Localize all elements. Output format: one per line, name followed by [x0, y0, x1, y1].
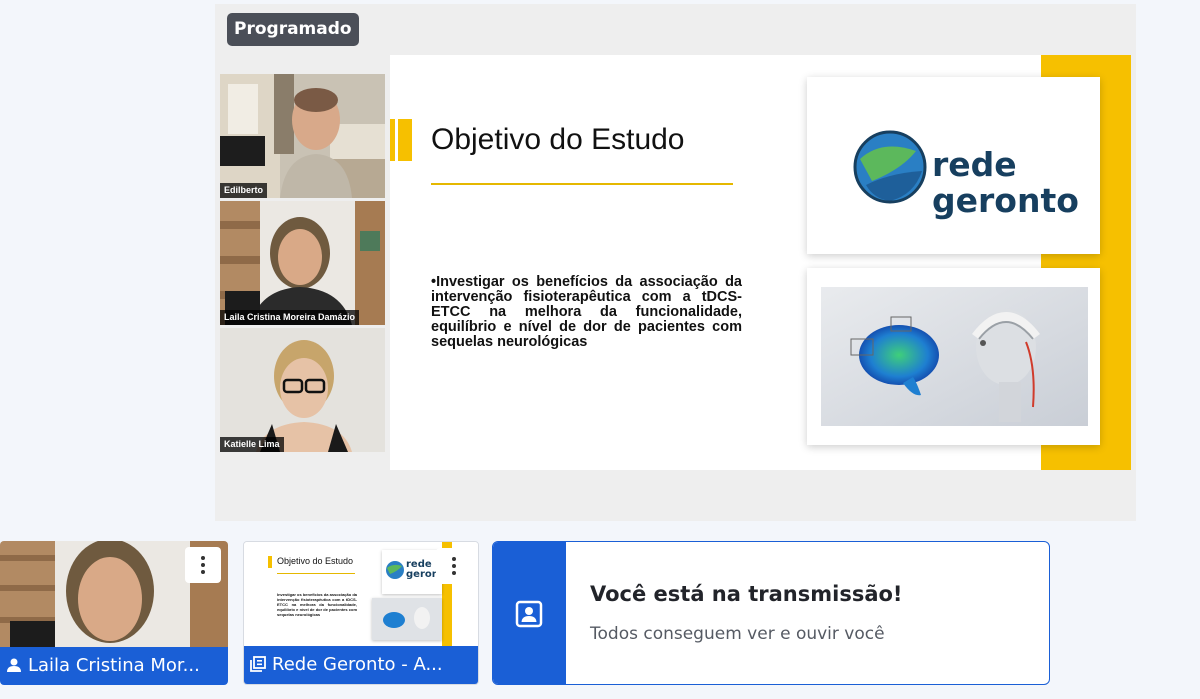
notice-side-panel [493, 542, 566, 684]
video-frame-laila [220, 201, 385, 325]
logo-line-2: geronto [932, 181, 1079, 220]
camera-tile-more-options-icon[interactable] [185, 547, 221, 583]
brain-stimulation-image-card [807, 268, 1100, 445]
presentation-icon [250, 656, 266, 672]
video-frame-katielle [220, 328, 385, 452]
slide-title-underline [431, 183, 733, 185]
globe-logo-icon [853, 130, 927, 204]
mini-slide-accent [268, 556, 272, 568]
scheduled-badge: Programado [227, 13, 359, 46]
person-icon [7, 658, 21, 672]
shared-slide: Objetivo do Estudo •Investigar os benefí… [390, 55, 1131, 470]
slide-body-text: •Investigar os benefícios da associação … [431, 274, 742, 350]
stream-stage: Programado Edilberto Laila Cristina More… [215, 4, 1136, 521]
mini-globe-icon [386, 561, 404, 579]
mini-brain-icon [383, 607, 430, 629]
on-air-notice: Você está na transmissão! Todos consegue… [492, 541, 1050, 685]
participant-name: Katielle Lima [220, 437, 284, 452]
notice-title: Você está na transmissão! [590, 582, 903, 606]
profile-card-icon [515, 600, 543, 628]
rede-geronto-logo-card: rede geronto [807, 77, 1100, 254]
participant-name: Edilberto [220, 183, 268, 198]
screen-share-tile[interactable]: Objetivo do Estudo Investigar os benefíc… [243, 541, 479, 685]
mini-slide-title: Objetivo do Estudo [277, 556, 354, 566]
participant-video-katielle[interactable]: Katielle Lima [220, 328, 385, 452]
camera-tile-name: Laila Cristina Mor... [28, 655, 200, 676]
camera-preview-tile[interactable]: Laila Cristina Mor... [0, 541, 228, 685]
mini-slide-body: Investigar os benefícios da associação d… [277, 592, 357, 617]
participant-name: Laila Cristina Moreira Damázio [220, 310, 360, 325]
logo-wordmark: rede geronto [932, 147, 1079, 219]
mini-slide-underline [277, 573, 355, 574]
screen-tile-name: Rede Geronto - A... [272, 654, 443, 675]
slide-title: Objetivo do Estudo [431, 123, 685, 156]
screen-tile-label: Rede Geronto - A... [244, 646, 478, 684]
screen-tile-more-options-icon[interactable] [436, 548, 472, 584]
mini-logo-card: rede geront [382, 550, 444, 594]
participant-video-edilberto[interactable]: Edilberto [220, 74, 385, 198]
participant-video-laila[interactable]: Laila Cristina Moreira Damázio [220, 201, 385, 325]
mini-brain-image [372, 598, 442, 640]
camera-tile-label: Laila Cristina Mor... [0, 647, 228, 685]
video-frame-edilberto [220, 74, 385, 198]
brain-headset-image [821, 287, 1088, 426]
notice-subtitle: Todos conseguem ver e ouvir você [590, 624, 885, 644]
slide-title-accent [390, 119, 412, 161]
logo-line-1: rede [932, 145, 1017, 184]
